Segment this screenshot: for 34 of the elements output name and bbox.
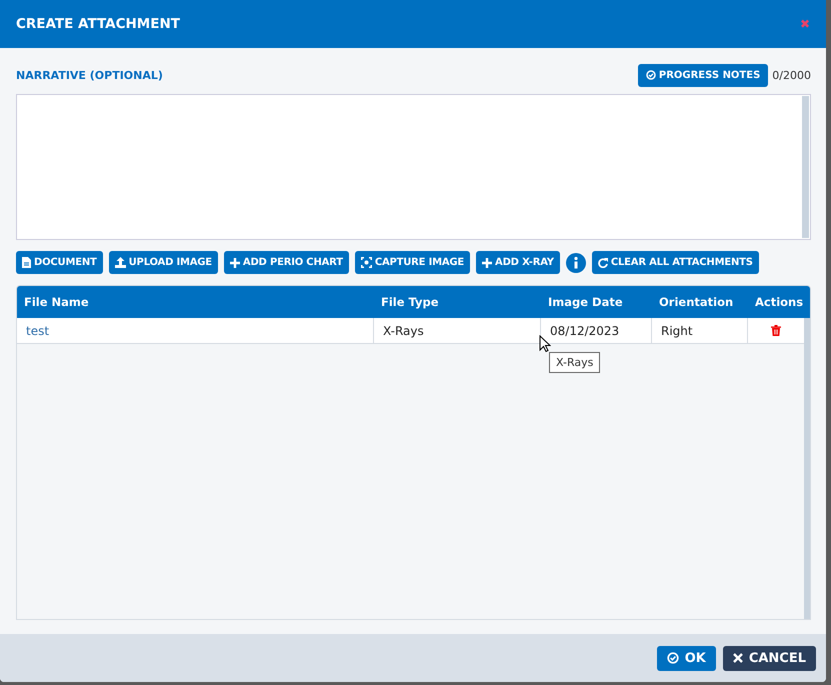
column-header: Actions <box>754 295 804 309</box>
column-header: Image Date <box>547 295 624 309</box>
progress-notes-button[interactable]: PROGRESS NOTES <box>638 64 768 86</box>
scrollbar[interactable] <box>802 96 809 238</box>
capture-icon <box>360 257 372 268</box>
table-cell: Right <box>652 318 748 343</box>
info-icon[interactable] <box>566 252 586 272</box>
column-header: Orientation <box>658 295 734 309</box>
file-link[interactable]: test <box>17 318 374 343</box>
toolbar-button[interactable]: CLEAR ALL ATTACHMENTS <box>592 251 759 274</box>
check-circle-icon <box>646 70 656 80</box>
column-header: File Name <box>23 295 90 309</box>
plus-icon <box>482 258 492 268</box>
window-title: CREATE ATTACHMENT <box>16 16 180 32</box>
tooltip: X-Rays <box>549 352 600 373</box>
close-icon <box>732 653 743 663</box>
scrollbar[interactable] <box>804 318 810 619</box>
toolbar-button[interactable]: UPLOAD IMAGE <box>108 251 218 274</box>
narrative-textarea[interactable] <box>16 94 811 240</box>
toolbar-button[interactable]: ADD PERIO CHART <box>224 251 349 274</box>
document-icon <box>22 257 31 268</box>
trash-icon[interactable] <box>771 325 781 336</box>
character-counter: 0/2000 <box>772 68 811 82</box>
narrative-label: NARRATIVE (OPTIONAL) <box>16 68 163 82</box>
refresh-icon <box>598 258 608 268</box>
check-circle-icon <box>666 652 679 664</box>
plus-icon <box>230 258 240 268</box>
column-header: File Type <box>380 295 440 309</box>
toolbar-button[interactable]: DOCUMENT <box>16 251 103 274</box>
toolbar-button[interactable]: ADD X-RAY <box>476 251 560 274</box>
toolbar-button[interactable]: CAPTURE IMAGE <box>354 251 470 274</box>
ok-button[interactable]: OK <box>656 646 716 670</box>
upload-icon <box>114 257 126 268</box>
cancel-button[interactable]: CANCEL <box>722 646 816 670</box>
